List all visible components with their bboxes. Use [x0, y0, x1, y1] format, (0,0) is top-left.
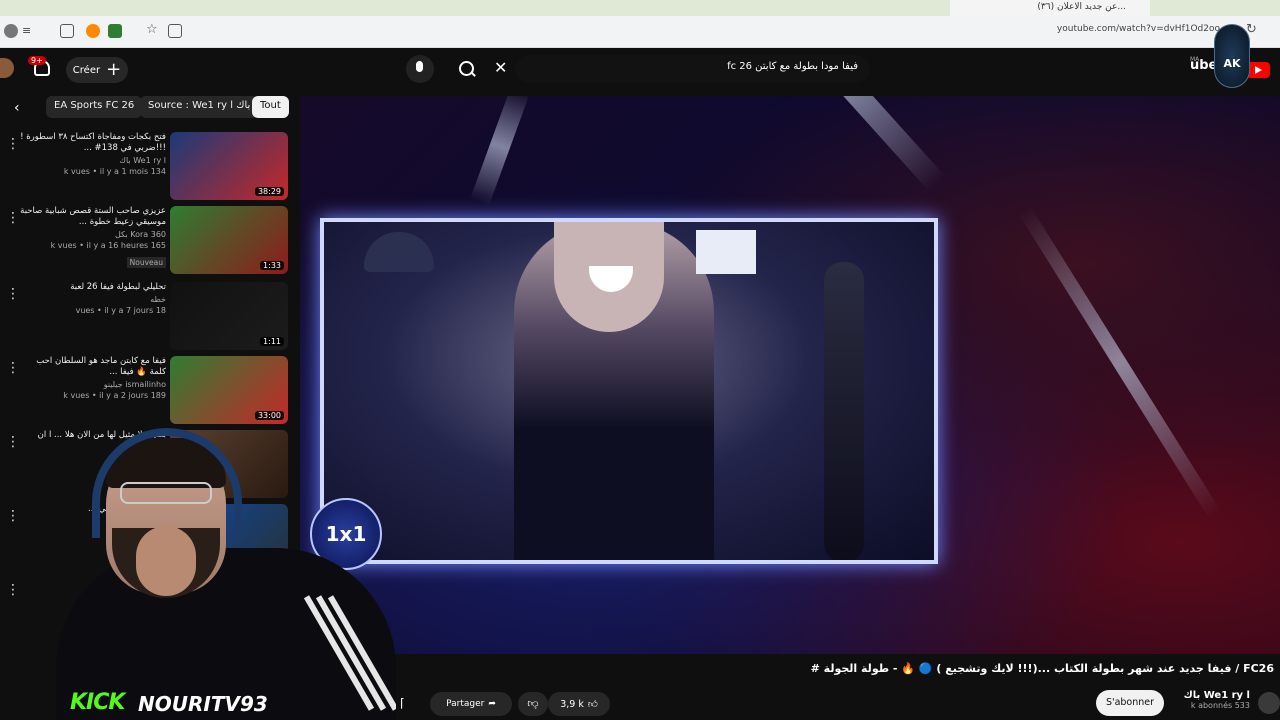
more-options-icon[interactable]: ⋮ [6, 434, 20, 450]
streamer-webcam-overlay [36, 408, 396, 720]
channel-avatar[interactable] [1258, 692, 1280, 714]
channel-watermark-logo: AK [1214, 24, 1250, 88]
bookmark-star-icon[interactable]: ☆ [146, 22, 158, 37]
search-icon[interactable] [456, 58, 478, 80]
extension-orange-icon[interactable] [86, 24, 100, 38]
kick-logo: KICK [70, 690, 125, 715]
clear-search-icon[interactable]: ✕ [494, 58, 507, 77]
background-window [696, 230, 756, 274]
chevron-left-icon[interactable]: ‹ [14, 100, 20, 116]
list-item[interactable]: ⋮ عزيزي صاحب الستة قصص شبابية صاحبة موسيق… [0, 204, 300, 278]
list-item-title[interactable]: فتح بكجات ومفاجأة اكتساح ٣٨ اسطورة ! !!!… [20, 132, 166, 154]
list-item-thumbnail[interactable]: 1:33 [170, 206, 288, 274]
list-item-thumbnail[interactable]: 1:11 [170, 282, 288, 350]
cast-icon[interactable] [168, 24, 182, 38]
microphone-figure [824, 262, 864, 560]
more-actions-icon[interactable]: ⌈ [400, 696, 405, 710]
list-item-stats: 134 k vues • il y a 1 mois [63, 167, 166, 176]
subscriber-count: 533 k abonnés [1190, 701, 1250, 710]
browser-tabstrip: + ✕ ...عن جديد الاعلان (٣٦) [0, 0, 1280, 16]
url-field[interactable]: youtube.com/watch?v=dvHf1Od2oo [1040, 24, 1220, 34]
list-item-channel[interactable]: Kora 360 بكل [20, 230, 166, 239]
list-item[interactable]: ⋮ تحليلي لبطولة فيفا 26 لعبة خطه 18 vues • … [0, 280, 300, 354]
light-beam [754, 96, 946, 191]
subscribe-button[interactable]: S'abonner [1096, 690, 1164, 716]
list-item-channel[interactable]: خطه [20, 295, 166, 304]
share-label: Partager [446, 699, 485, 709]
profile-icon[interactable] [4, 24, 18, 38]
voice-search-mic-icon[interactable] [406, 55, 434, 83]
cap-figure [364, 232, 434, 272]
menu-icon[interactable]: ≡ [22, 24, 36, 38]
create-label: Créer [72, 64, 101, 76]
list-item[interactable]: ⋮ فتح بكجات ومفاجأة اكتساح ٣٨ اسطورة ! !!… [0, 130, 300, 204]
list-item-stats: 165 k vues • il y a 16 heures [50, 241, 166, 250]
more-options-icon[interactable]: ⋮ [6, 360, 20, 376]
share-button[interactable]: Partager ➦ [430, 692, 512, 716]
chip-all[interactable]: Tout [252, 96, 289, 118]
list-item-thumbnail[interactable]: 38:29 [170, 132, 288, 200]
channel-info[interactable]: We1 ry l باك 533 k abonnés [1170, 690, 1280, 714]
channel-name[interactable]: We1 ry l باك [1170, 690, 1250, 701]
list-item-stats: 18 vues • il y a 7 jours [75, 306, 166, 315]
youtube-header: 9+ Créer + ✕ فيفا مودا بطولة مع كابتن fc… [0, 48, 1280, 90]
more-options-icon[interactable]: ⋮ [6, 582, 20, 598]
address-bar: ≡ ☆ youtube.com/watch?v=dvHf1Od2oo ↻ [0, 16, 1280, 48]
duration-badge: 1:11 [260, 337, 284, 346]
list-item-meta: تحليلي لبطولة فيفا 26 لعبة خطه 18 vues • i… [20, 282, 166, 315]
screen: + ✕ ...عن جديد الاعلان (٣٦) ≡ ☆ youtube.… [0, 0, 1280, 720]
more-options-icon[interactable]: ⋮ [6, 286, 20, 302]
more-options-icon[interactable]: ⋮ [6, 136, 20, 152]
video-player[interactable]: 1x1 [300, 96, 1280, 654]
search-input[interactable]: فيفا مودا بطولة مع كابتن fc 26 [515, 55, 870, 83]
light-beam [1018, 206, 1222, 520]
chip-source[interactable]: Source : We1 ry l باك [140, 96, 259, 118]
extensions-icon[interactable] [60, 24, 74, 38]
light-beam [470, 96, 530, 206]
list-item-meta: فيفا مع كابتن ماجد هو السلطان احب كلمة 🔥… [20, 356, 166, 400]
thumbs-up-icon: 👍︎ [587, 699, 598, 710]
video-title: FC26 / فيفا جديد عند شهر بطولة الكتاب ..… [810, 662, 1274, 675]
account-avatar[interactable] [0, 58, 14, 78]
dislike-button[interactable]: 👎︎ [518, 692, 548, 716]
list-item-stats: 189 k vues • il y a 2 jours [63, 391, 166, 400]
video-frame [320, 218, 938, 564]
streamer-handle: NOURITV93 [138, 692, 268, 716]
share-icon: ➦ [488, 699, 496, 709]
duration-badge: 38:29 [254, 187, 284, 196]
more-options-icon[interactable]: ⋮ [6, 210, 20, 226]
list-item-title[interactable]: عزيزي صاحب الستة قصص شبابية صاحبة موسيقي… [20, 206, 166, 228]
glasses-figure [120, 482, 212, 504]
list-item-meta: فتح بكجات ومفاجأة اكتساح ٣٨ اسطورة ! !!!… [20, 132, 166, 176]
duration-badge: 1:33 [260, 261, 284, 270]
video-actions-row: ⌈ Partager ➦ 👎︎ 3,9 k 👍︎ S'abonner We1 r… [400, 690, 1280, 718]
notification-count-badge: 9+ [28, 56, 46, 65]
new-badge: Nouveau [126, 257, 166, 268]
list-item-title[interactable]: فيفا مع كابتن ماجد هو السلطان احب كلمة 🔥… [20, 356, 166, 378]
list-item-meta: عزيزي صاحب الستة قصص شبابية صاحبة موسيقي… [20, 206, 166, 269]
thumbs-down-icon: 👎︎ [527, 697, 539, 710]
chip-ea-sports[interactable]: EA Sports FC 26 [46, 96, 143, 118]
plus-icon: + [106, 59, 122, 80]
create-button[interactable]: Créer + [66, 57, 128, 83]
like-count: 3,9 k [560, 698, 584, 710]
streamer-hand [136, 526, 196, 596]
list-item-channel[interactable]: We1 ry l باك [20, 156, 166, 165]
like-button[interactable]: 3,9 k 👍︎ [548, 692, 610, 716]
list-item-channel[interactable]: ismailinho جيلينو [20, 380, 166, 389]
list-item-title[interactable]: تحليلي لبطولة فيفا 26 لعبة [20, 282, 166, 293]
filter-chips: ‹ EA Sports FC 26 Source : We1 ry l باك … [0, 96, 300, 120]
extension-green-icon[interactable] [108, 24, 122, 38]
more-options-icon[interactable]: ⋮ [6, 508, 20, 524]
browser-tab-active[interactable]: ...عن جديد الاعلان (٣٦) [950, 0, 1150, 16]
